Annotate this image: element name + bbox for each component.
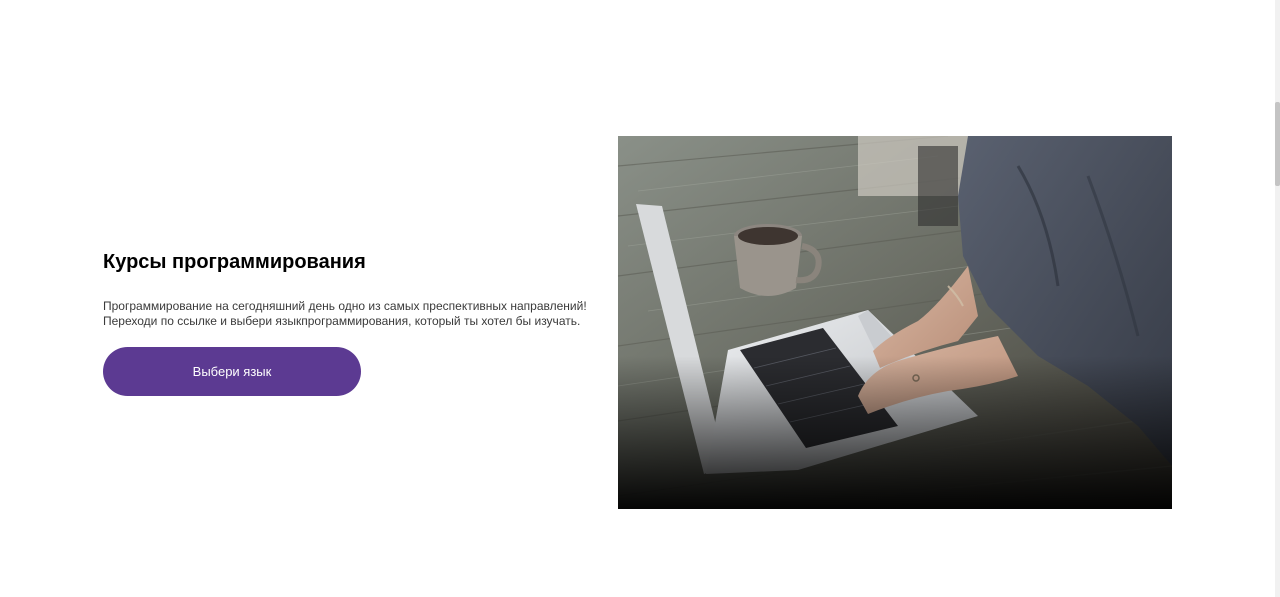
page-title: Курсы программирования [103,251,366,273]
hero-photo [618,136,1172,509]
laptop-photo-illustration [618,136,1172,509]
hero-description-line-1: Программирование на сегодняшний день одн… [103,299,587,313]
hero-description-line-2: Переходи по ссылке и выбери языкпрограмм… [103,314,581,328]
choose-language-button-label: Выбери язык [192,364,272,379]
choose-language-button[interactable]: Выбери язык [103,347,361,396]
hero-description: Программирование на сегодняшний день одн… [103,299,603,329]
scrollbar-track[interactable] [1275,0,1280,597]
hero-text-block: Курсы программирования Программирование … [103,248,603,329]
scrollbar-thumb[interactable] [1275,102,1280,186]
page: Курсы программирования Программирование … [0,0,1280,597]
